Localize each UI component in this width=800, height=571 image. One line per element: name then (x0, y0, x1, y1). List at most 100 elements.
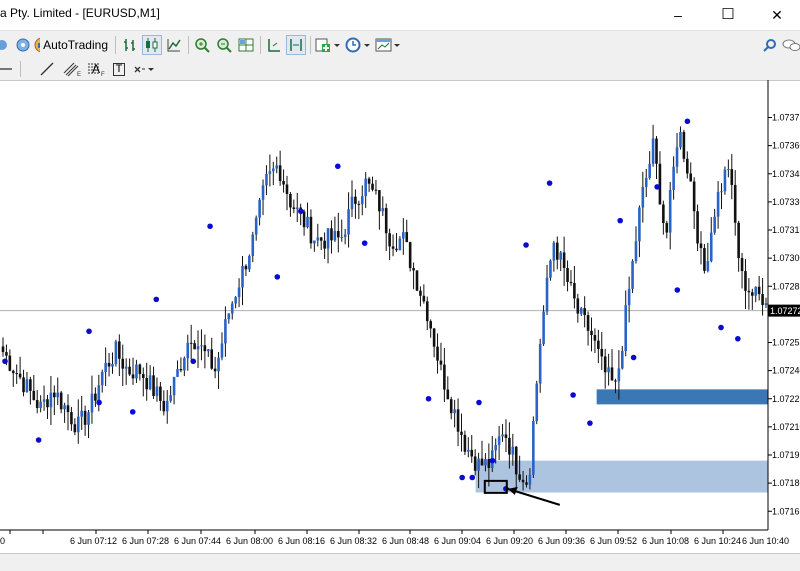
candle-body (292, 207, 296, 209)
chat-icon[interactable] (782, 35, 800, 55)
candle-body (747, 290, 751, 293)
candle-body (651, 138, 655, 164)
templates-dropdown-icon[interactable] (374, 35, 402, 55)
price-chart[interactable]: 1.07375 1.07360 1.07345 1.07330 1.07315 1.073… (0, 80, 800, 553)
zoom-in-icon[interactable] (192, 35, 212, 55)
candle-body (326, 228, 330, 249)
candle-body (593, 335, 597, 341)
candle-body (124, 366, 128, 369)
minimize-button[interactable]: – (655, 0, 701, 30)
candle-body (59, 392, 63, 410)
candle-body (709, 232, 713, 262)
price-tick-label: 1.07165 (772, 506, 800, 516)
signal-dot (129, 409, 136, 415)
candle-body (141, 373, 145, 379)
bar-chart-icon[interactable] (120, 35, 140, 55)
candle-body (172, 376, 176, 396)
candle-body (213, 368, 217, 372)
candle-body (337, 230, 340, 238)
signal-dot (546, 180, 553, 186)
candle-body (388, 233, 391, 247)
signal-dot (469, 474, 476, 481)
market-watch-icon[interactable] (0, 35, 10, 55)
time-tick-label: 6 Jun 07:28 (122, 536, 169, 546)
candle-body (87, 412, 90, 425)
candle-body (220, 343, 224, 358)
signal-dot (425, 395, 432, 402)
horizontal-line-icon[interactable] (0, 59, 14, 79)
candle-body (764, 303, 768, 305)
candle-body (42, 399, 46, 402)
signal-dot (298, 208, 304, 215)
candle-body (405, 232, 409, 243)
candle-body (453, 409, 456, 414)
candle-body (686, 158, 689, 174)
time-tick-label: 6 Jun 10:40 (742, 536, 789, 546)
zoom-out-icon[interactable] (214, 35, 234, 55)
maximize-button[interactable]: ☐ (705, 0, 751, 30)
candle-body (360, 196, 364, 205)
candle-body (439, 360, 443, 365)
candle-body (692, 181, 696, 212)
candle-body (391, 246, 395, 249)
candle-body (241, 265, 244, 288)
autoscroll-icon[interactable] (264, 35, 284, 55)
candle-body (432, 328, 436, 347)
autotrading-button[interactable]: AutoTrading (34, 35, 108, 55)
candle-body (511, 446, 515, 455)
periods-dropdown-icon[interactable] (344, 35, 372, 55)
candle-body (484, 459, 487, 466)
close-button[interactable]: ✕ (754, 0, 800, 30)
candle-body (230, 303, 234, 314)
candle-body (183, 358, 186, 371)
price-tick-label: 1.07360 (772, 141, 800, 151)
signal-dot (35, 437, 42, 443)
candle-body (135, 364, 138, 379)
candle-body (275, 165, 279, 169)
candle-body (545, 277, 549, 312)
candle-body (128, 366, 131, 375)
strategy-tester-icon[interactable] (14, 35, 32, 55)
autotrading-icon (34, 37, 41, 53)
candle-body (638, 207, 641, 242)
search-icon[interactable] (762, 35, 778, 55)
candle-body (473, 456, 477, 471)
candle-body (234, 297, 237, 304)
candle-body (443, 364, 446, 390)
candle-body (210, 349, 214, 369)
candle-body (289, 193, 292, 208)
candle-body (617, 368, 621, 382)
arrows-dropdown-icon[interactable] (133, 59, 155, 79)
candle-body (282, 180, 285, 185)
separator (20, 61, 21, 77)
signal-dot (654, 184, 660, 190)
tile-windows-icon[interactable] (236, 35, 256, 55)
candle-body (501, 434, 504, 437)
text-tool-icon[interactable]: A (88, 59, 104, 79)
candlestick-chart-icon[interactable] (142, 35, 162, 55)
candle-body (8, 355, 12, 371)
trendline-icon[interactable] (38, 59, 56, 79)
line-chart-icon[interactable] (164, 35, 184, 55)
price-tick-label: 1.07285 (772, 281, 800, 291)
candle-body (285, 184, 289, 194)
candle-body (624, 305, 628, 352)
candle-body (412, 268, 415, 271)
chart-shift-icon[interactable] (286, 35, 306, 55)
equidistant-channel-icon[interactable]: E (62, 59, 84, 79)
candle-body (644, 177, 648, 187)
candle-body (29, 379, 32, 391)
text-label-tool-icon[interactable]: T (111, 59, 127, 79)
candle-body (607, 367, 610, 373)
signal-dot (617, 217, 623, 224)
candle-body (703, 248, 706, 271)
candle-body (165, 400, 169, 412)
candle-body (114, 341, 118, 364)
candle-body (408, 242, 412, 269)
candle-body (514, 446, 518, 475)
candle-body (107, 362, 111, 367)
candle-body (265, 173, 268, 186)
time-tick-label: 6 Jun 07:12 (70, 536, 117, 546)
candle-body (340, 237, 344, 239)
indicators-dropdown-icon[interactable] (314, 35, 342, 55)
